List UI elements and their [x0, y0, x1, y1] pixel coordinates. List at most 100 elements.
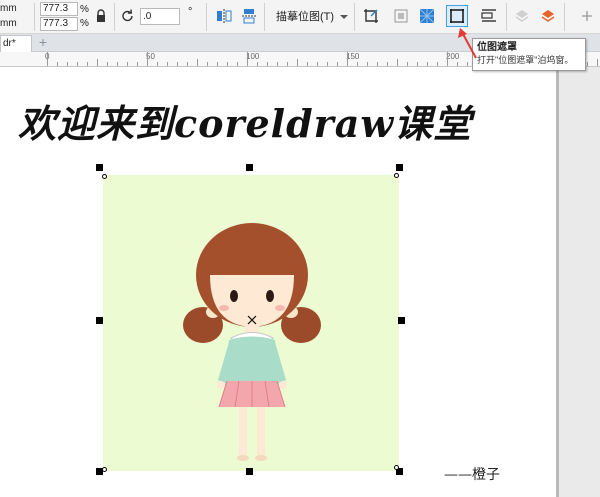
separator	[34, 3, 35, 31]
ruler-tick	[177, 62, 178, 66]
selection-handle-right[interactable]	[398, 317, 405, 324]
edit-bitmap-icon[interactable]	[416, 5, 438, 27]
selection-handle-top[interactable]	[246, 164, 253, 171]
ruler-tick	[107, 62, 108, 66]
scale-width-unit: %	[80, 4, 89, 15]
ruler-tick	[117, 62, 118, 66]
crop-bitmap-icon[interactable]	[360, 5, 382, 27]
ruler-tick	[387, 62, 388, 66]
ruler-tick	[77, 62, 78, 66]
ruler-tick	[157, 62, 158, 66]
trace-bitmap-label: 描摹位图(T)	[276, 11, 335, 23]
ruler-tick	[127, 62, 128, 66]
bitmap-mask-button[interactable]	[446, 5, 468, 27]
selection-handle-left[interactable]	[96, 317, 103, 324]
separator	[264, 3, 265, 31]
scale-width-field[interactable]: 777.3	[40, 2, 78, 16]
ruler-tick	[427, 62, 428, 66]
ruler-tick	[367, 62, 368, 66]
resample-icon[interactable]	[390, 5, 412, 27]
ruler-tick	[87, 62, 88, 66]
ruler-tick	[377, 62, 378, 66]
tooltip-description: 打开"位图遮罩"泊坞窗。	[477, 55, 574, 65]
selection-handle-top-left[interactable]	[96, 164, 103, 171]
new-tab-button[interactable]: +	[34, 35, 52, 50]
tooltip: 位图遮罩 打开"位图遮罩"泊坞窗。	[472, 38, 586, 71]
ruler-tick	[257, 62, 258, 66]
ruler-tick	[397, 59, 398, 66]
ruler-tick	[227, 62, 228, 66]
ruler-tick	[467, 62, 468, 66]
mirror-horizontal-icon[interactable]	[213, 5, 235, 27]
ruler-label: 100	[246, 52, 260, 61]
signature-text[interactable]: ——橙子	[444, 466, 500, 484]
selection-handle-bottom[interactable]	[246, 468, 253, 475]
height-unit-label: mm	[0, 18, 17, 29]
bitmap-image[interactable]	[103, 175, 399, 471]
ruler-tick	[287, 62, 288, 66]
ruler-tick	[347, 52, 348, 66]
ruler-label: 150	[346, 52, 360, 61]
ruler-tick	[337, 62, 338, 66]
rotation-angle-field[interactable]: .0	[140, 8, 180, 25]
ruler-tick	[247, 52, 248, 66]
ruler-tick	[327, 62, 328, 66]
ruler-tick	[207, 62, 208, 66]
add-icon[interactable]	[576, 5, 598, 27]
ruler-tick	[97, 59, 98, 66]
corner-node-icon	[394, 465, 399, 470]
separator	[564, 3, 565, 31]
mirror-vertical-icon[interactable]	[238, 5, 260, 27]
separator	[114, 3, 115, 31]
ruler-tick	[217, 62, 218, 66]
scale-height-unit: %	[80, 18, 89, 29]
headline-text[interactable]: 欢迎来到coreldraw课堂	[18, 101, 472, 147]
ruler-tick	[407, 62, 408, 66]
scale-height-field[interactable]: 777.3	[40, 17, 78, 31]
ruler-tick	[147, 52, 148, 66]
ruler-tick	[297, 59, 298, 66]
ruler-tick	[197, 59, 198, 66]
width-unit-label: mm	[0, 3, 17, 14]
separator	[354, 3, 355, 31]
layer-up-icon[interactable]	[511, 5, 533, 27]
layer-down-icon[interactable]	[537, 5, 559, 27]
lock-ratio-icon[interactable]	[90, 5, 112, 27]
property-bar: mm mm 777.3 777.3 % % .0 ° 描摹位图(T)	[0, 0, 600, 34]
rotate-icon	[117, 5, 139, 27]
ruler-tick	[137, 62, 138, 66]
document-tab[interactable]: dr*	[0, 35, 32, 52]
ruler-tick	[417, 62, 418, 66]
separator	[206, 3, 207, 31]
drawing-canvas[interactable]: 欢迎来到coreldraw课堂 ——橙子	[0, 67, 600, 497]
ruler-tick	[437, 62, 438, 66]
ruler-tick	[317, 62, 318, 66]
degree-symbol: °	[188, 6, 193, 18]
tooltip-title: 位图遮罩	[477, 42, 517, 53]
ruler-tick	[167, 62, 168, 66]
ruler-tick	[587, 62, 588, 66]
selection-handle-top-right[interactable]	[396, 164, 403, 171]
ruler-tick	[277, 62, 278, 66]
ruler-tick	[237, 62, 238, 66]
ruler-tick	[447, 52, 448, 66]
ruler-tick	[67, 62, 68, 66]
ruler-tick	[267, 62, 268, 66]
wrap-text-icon[interactable]	[478, 5, 500, 27]
girl-illustration	[183, 223, 321, 461]
ruler-tick	[187, 62, 188, 66]
ruler-tick	[47, 52, 48, 66]
ruler-tick	[597, 59, 598, 66]
ruler-tick	[357, 62, 358, 66]
corner-node-icon	[102, 174, 107, 179]
ruler-label: 200	[446, 52, 460, 61]
desktop-area	[559, 67, 600, 497]
corner-node-icon	[102, 467, 107, 472]
chevron-down-icon	[340, 15, 348, 19]
ruler-tick	[457, 62, 458, 66]
separator	[506, 3, 507, 31]
ruler-tick	[307, 62, 308, 66]
corner-node-icon	[394, 173, 399, 178]
ruler-tick	[57, 62, 58, 66]
trace-bitmap-button[interactable]: 描摹位图(T)	[270, 8, 350, 26]
